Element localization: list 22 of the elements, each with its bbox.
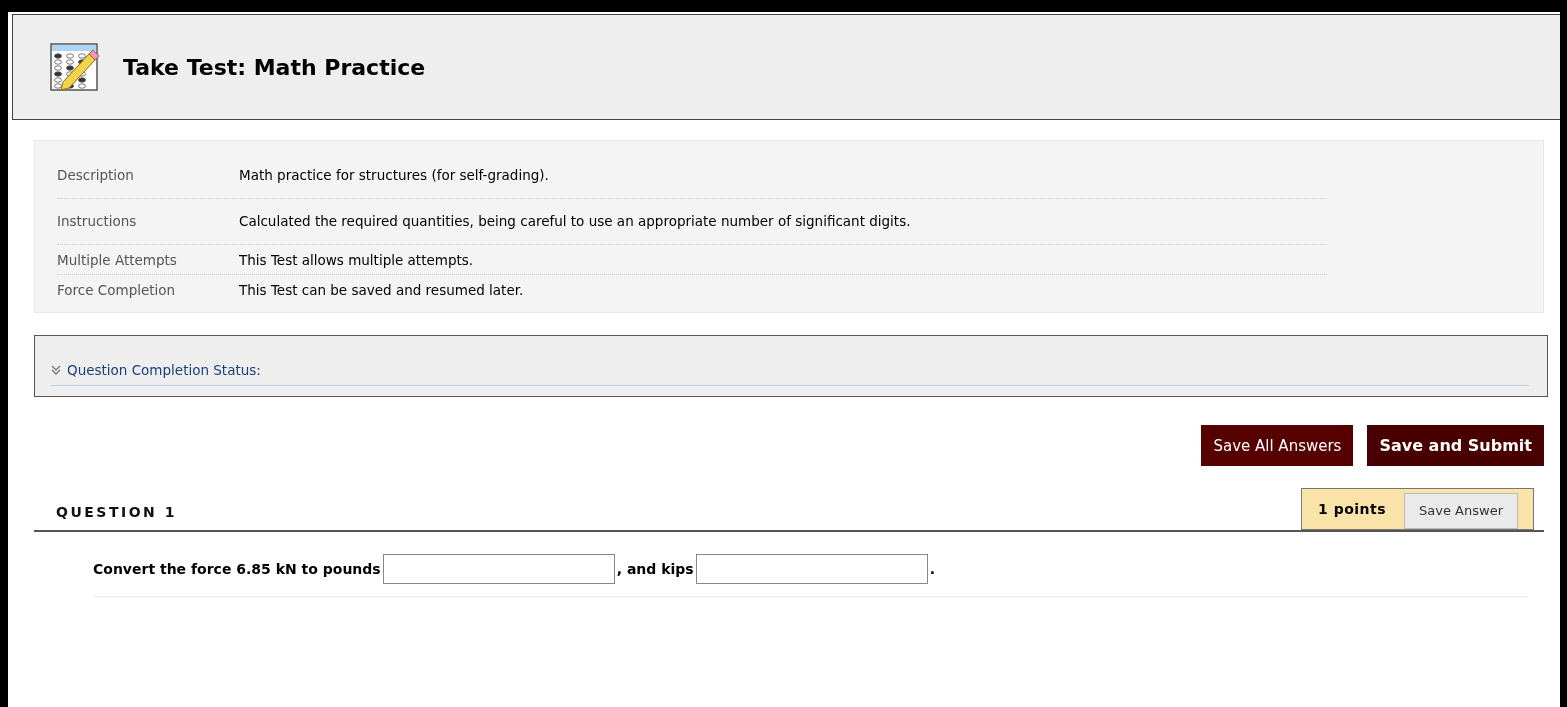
test-sheet-icon [49, 42, 99, 92]
answer-field[interactable] [695, 554, 928, 584]
field-value: Math practice for structures (for self-grading). [239, 167, 549, 183]
submit-button[interactable]: Save and Submit [1367, 425, 1544, 466]
question-text: Convert the force 6.85 kN to pounds [93, 561, 381, 577]
question-text: , and kips [616, 561, 694, 577]
question-heading: QUESTION 1 [56, 504, 177, 520]
question-text: . [929, 561, 935, 577]
answer-field[interactable] [382, 554, 615, 584]
points-value: 1 points [1318, 501, 1387, 517]
field-value: This Test allows multiple attempts. [239, 252, 474, 268]
field-value: Calculated the required quantities, being careful to use an appropriate number of significant digits. [239, 213, 911, 229]
field-label: Instructions [57, 213, 138, 229]
save-all-button[interactable]: Save All Answers [1201, 425, 1354, 466]
completion-status-link[interactable]: Question Completion Status: [67, 362, 261, 378]
field-label: Force Completion [57, 282, 177, 298]
field-label: Multiple Attempts [57, 252, 178, 268]
double-chevron-down-icon[interactable] [51, 365, 61, 375]
field-value: This Test can be saved and resumed later. [239, 282, 524, 298]
save-answer-button[interactable]: Save Answer [1404, 492, 1518, 529]
page-title: Take Test: Math Practice [123, 54, 426, 80]
field-label: Description [57, 167, 135, 183]
